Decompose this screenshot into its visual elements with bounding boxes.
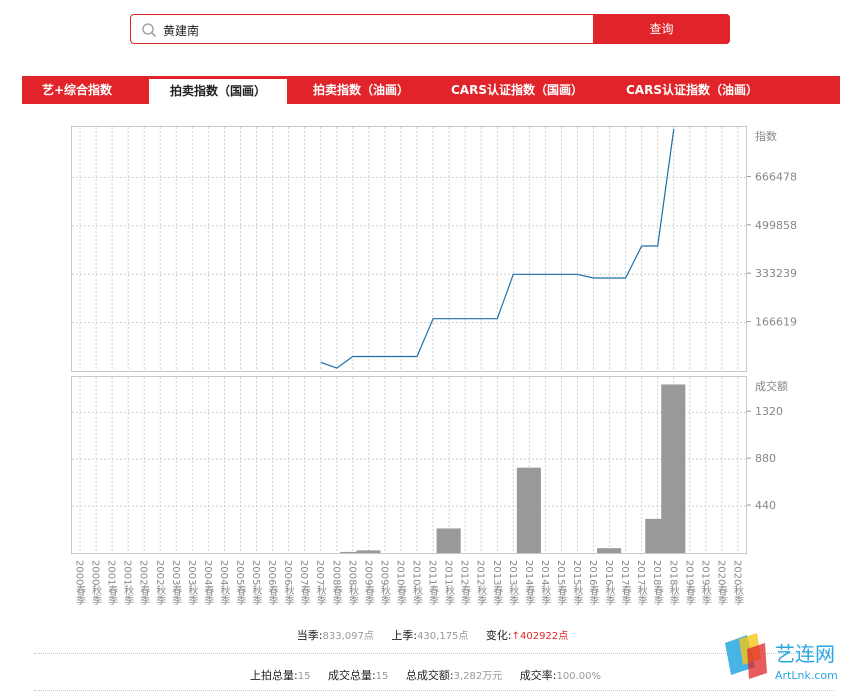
index-tick-label: 166619 xyxy=(755,316,797,329)
brand-url: ArtLnk.com xyxy=(775,669,838,682)
x-tick-label: 2010秋季 xyxy=(411,560,423,606)
x-tick-label: 2008春季 xyxy=(330,560,342,606)
x-tick-label: 2003春季 xyxy=(170,560,182,606)
turnover-axis-title: 成交额 xyxy=(755,379,788,393)
x-tick-label: 2000秋季 xyxy=(90,560,102,606)
x-tick-label: 2005秋季 xyxy=(250,560,262,606)
x-tick-label: 2003秋季 xyxy=(186,560,198,606)
x-tick-label: 2007春季 xyxy=(298,560,310,606)
tab-cars-index-guohua[interactable]: CARS认证指数（国画） xyxy=(432,76,602,104)
last-value: 430,175点 xyxy=(417,631,469,642)
x-tick-label: 2018秋季 xyxy=(667,560,679,606)
tab-yi-composite-index[interactable]: 艺+综合指数 xyxy=(22,76,132,104)
index-tick-label: 333239 xyxy=(755,267,797,280)
index-tick-label: 499858 xyxy=(755,219,797,232)
x-tick-label: 2019春季 xyxy=(683,560,695,606)
rate-value: 100.00% xyxy=(556,671,601,682)
turnover-bar xyxy=(436,528,461,553)
x-tick-label: 2011春季 xyxy=(427,560,439,606)
turnover-tick-label: 880 xyxy=(755,452,776,465)
x-tick-label: 2001秋季 xyxy=(122,560,134,606)
x-tick-label: 2000春季 xyxy=(74,560,86,606)
search-input[interactable] xyxy=(161,18,595,42)
x-axis-labels: 2000春季 2000秋季 2001春季 2001秋季 2002春季 2002秋季 2003… xyxy=(74,560,744,606)
turnover-bar xyxy=(516,467,541,553)
x-tick-label: 2009春季 xyxy=(362,560,374,606)
x-tick-label: 2015秋季 xyxy=(571,560,583,606)
search-box: 查询 xyxy=(130,14,730,44)
current-value: 833,097点 xyxy=(322,631,374,642)
lots-label: 上拍总量: xyxy=(250,669,298,682)
brand-name: 艺连网 xyxy=(775,642,835,666)
turnover-tick-label: 1320 xyxy=(755,405,783,418)
rate-label: 成交率: xyxy=(519,669,557,682)
x-tick-label: 2015春季 xyxy=(555,560,567,606)
x-tick-label: 2020春季 xyxy=(715,560,727,606)
x-tick-label: 2007秋季 xyxy=(314,560,326,606)
turnover-bar-chart xyxy=(71,376,747,554)
x-tick-label: 2011秋季 xyxy=(443,560,455,606)
index-line-svg xyxy=(72,127,746,371)
x-tick-label: 2008秋季 xyxy=(346,560,358,606)
index-tick-label: 666478 xyxy=(755,170,797,183)
x-tick-label: 2012秋季 xyxy=(475,560,487,606)
x-tick-label: 2020秋季 xyxy=(731,560,743,606)
x-tick-label: 2017秋季 xyxy=(635,560,647,606)
last-label: 上季: xyxy=(391,629,418,642)
x-tick-label: 2009秋季 xyxy=(378,560,390,606)
search-icon xyxy=(142,23,157,38)
x-tick-label: 2001春季 xyxy=(106,560,118,606)
x-tick-label: 2004秋季 xyxy=(218,560,230,606)
x-tick-label: 2013春季 xyxy=(491,560,503,606)
x-tick-label: 2014春季 xyxy=(523,560,535,606)
turnover-bar xyxy=(597,548,622,553)
x-tick-label: 2019秋季 xyxy=(699,560,711,606)
artlnk-logo: 艺连网 ArtLnk.com xyxy=(725,633,838,682)
index-axis-title: 指数 xyxy=(755,129,777,143)
x-tick-label: 2014秋季 xyxy=(539,560,551,606)
tab-cars-index-oil[interactable]: CARS认证指数（油画） xyxy=(607,76,777,104)
x-tick-label: 2004春季 xyxy=(202,560,214,606)
tab-auction-index-guohua[interactable]: 拍卖指数（国画） xyxy=(149,79,287,104)
x-tick-label: 2006春季 xyxy=(266,560,278,606)
x-tick-label: 2005春季 xyxy=(234,560,246,606)
turnover-value: 3,282万元 xyxy=(453,671,503,682)
lots-value: 15 xyxy=(297,671,311,682)
turnover-y-axis: 成交额 440 880 1320 xyxy=(747,379,788,512)
tab-bar: 艺+综合指数 拍卖指数（国画） 拍卖指数（油画） CARS认证指数（国画） CA… xyxy=(22,76,840,104)
index-y-axis: 指数 166619 333239 499858 666478 xyxy=(747,129,797,329)
x-tick-label: 2010春季 xyxy=(394,560,406,606)
x-tick-label: 2002春季 xyxy=(138,560,150,606)
tab-auction-index-oil[interactable]: 拍卖指数（油画） xyxy=(297,76,425,104)
index-line-chart xyxy=(71,126,747,372)
x-tick-label: 2002秋季 xyxy=(154,560,166,606)
x-tick-label: 2006秋季 xyxy=(282,560,294,606)
turnover-bar xyxy=(661,384,686,553)
search-button[interactable]: 查询 xyxy=(593,14,730,44)
x-tick-label: 2016春季 xyxy=(587,560,599,606)
divider xyxy=(34,690,834,691)
divider xyxy=(34,653,834,654)
x-tick-label: 2016秋季 xyxy=(603,560,615,606)
x-tick-label: 2012春季 xyxy=(459,560,471,606)
change-arrow-icon: ↑ xyxy=(511,631,521,642)
x-tick-label: 2013秋季 xyxy=(507,560,519,606)
change-value: 402922点 xyxy=(520,631,569,642)
current-label: 当季: xyxy=(296,629,323,642)
sold-label: 成交总量: xyxy=(327,669,376,682)
x-tick-label: 2018春季 xyxy=(651,560,663,606)
turnover-tick-label: 440 xyxy=(755,499,776,512)
change-label: 变化: xyxy=(485,629,512,642)
turnover-label: 总成交额: xyxy=(405,669,454,682)
x-tick-label: 2017春季 xyxy=(619,560,631,606)
turnover-bar xyxy=(356,550,381,553)
sold-value: 15 xyxy=(375,671,389,682)
turnover-bar-svg xyxy=(72,377,746,553)
